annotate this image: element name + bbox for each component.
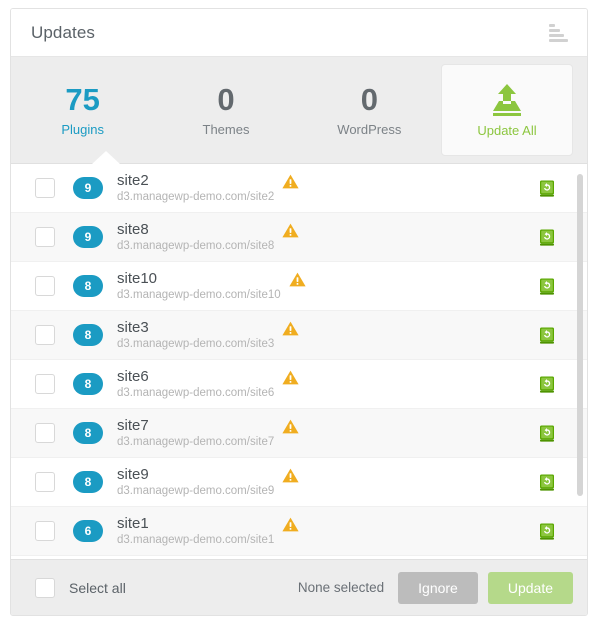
updates-list: 9 site2 d3.managewp-demo.com/site2 9 site8 d3… (11, 164, 587, 559)
site-url: d3.managewp-demo.com/site8 (117, 240, 275, 253)
stat-tab-wordpress[interactable]: 0 WordPress (298, 81, 441, 138)
site-url: d3.managewp-demo.com/site7 (117, 436, 275, 449)
footer-bar: Select all None selected Ignore Update (11, 559, 587, 615)
list-scrollbar-thumb[interactable] (577, 174, 583, 496)
site-name: site9 (117, 465, 149, 483)
update-count-badge: 8 (73, 422, 103, 444)
warning-icon[interactable] (274, 419, 299, 448)
site-name: site3 (117, 318, 149, 336)
update-button[interactable]: Update (487, 571, 573, 604)
site-info: site3 d3.managewp-demo.com/site3 (117, 319, 274, 351)
site-name: site8 (117, 220, 149, 238)
row-checkbox[interactable] (35, 227, 55, 247)
select-all-checkbox[interactable] (35, 577, 55, 598)
update-count-badge: 8 (73, 373, 103, 395)
site-info: site9 d3.managewp-demo.com/site9 (117, 466, 274, 498)
table-row[interactable]: 8 site9 d3.managewp-demo.com/site9 (11, 458, 587, 507)
row-checkbox[interactable] (35, 374, 55, 394)
warning-icon[interactable] (274, 517, 299, 546)
stat-value-wordpress: 0 (360, 81, 378, 117)
bar-chart-icon-bar-2 (549, 28, 560, 32)
row-checkbox[interactable] (35, 178, 55, 198)
update-all-button[interactable]: Update All (440, 64, 573, 156)
page-title: Updates (31, 22, 96, 42)
stat-value-plugins: 75 (65, 81, 100, 117)
site-url: d3.managewp-demo.com/site9 (117, 485, 275, 498)
row-checkbox[interactable] (35, 423, 55, 443)
row-checkbox[interactable] (35, 325, 55, 345)
site-info: site2 d3.managewp-demo.com/site2 (117, 172, 274, 204)
stat-label-plugins: Plugins (61, 122, 104, 138)
table-row[interactable]: 8 site7 d3.managewp-demo.com/site7 (11, 409, 587, 458)
warning-icon[interactable] (274, 321, 299, 350)
stat-tab-themes[interactable]: 0 Themes (154, 81, 297, 138)
table-row[interactable]: 9 site8 d3.managewp-demo.com/site8 (11, 213, 587, 262)
upload-icon (487, 83, 527, 117)
bar-chart-icon-bar-3 (549, 33, 564, 37)
panel-header: Updates (11, 9, 587, 57)
update-count-badge: 8 (73, 471, 103, 493)
select-all-label: Select all (69, 579, 126, 596)
site-url: d3.managewp-demo.com/site3 (117, 338, 275, 351)
site-name: site1 (117, 514, 149, 532)
site-name: site10 (117, 269, 158, 287)
bar-chart-icon-bar-4 (549, 38, 568, 42)
site-info: site10 d3.managewp-demo.com/site10 (117, 270, 281, 302)
updates-list-container: 9 site2 d3.managewp-demo.com/site2 9 site8 d3… (11, 164, 587, 559)
warning-icon[interactable] (281, 272, 306, 301)
site-info: site7 d3.managewp-demo.com/site7 (117, 417, 274, 449)
table-row[interactable]: 9 site2 d3.managewp-demo.com/site2 (11, 164, 587, 213)
ignore-button[interactable]: Ignore (398, 571, 478, 604)
selection-status: None selected (297, 580, 385, 595)
site-info: site8 d3.managewp-demo.com/site8 (117, 221, 274, 253)
updates-panel: Updates 75 Plugins 0 Themes 0 WordPress (10, 8, 588, 616)
bar-chart-icon-bar-1 (549, 23, 555, 27)
row-checkbox[interactable] (35, 521, 55, 541)
site-name: site6 (117, 367, 149, 385)
update-count-badge: 8 (73, 324, 103, 346)
stat-label-wordpress: WordPress (337, 122, 402, 138)
site-url: d3.managewp-demo.com/site2 (117, 191, 275, 204)
stat-tab-plugins[interactable]: 75 Plugins (11, 81, 154, 138)
table-row[interactable]: 8 site6 d3.managewp-demo.com/site6 (11, 360, 587, 409)
site-url: d3.managewp-demo.com/site10 (117, 289, 281, 302)
stat-label-themes: Themes (202, 122, 250, 138)
site-info: site6 d3.managewp-demo.com/site6 (117, 368, 274, 400)
row-checkbox[interactable] (35, 276, 55, 296)
site-name: site2 (117, 171, 149, 189)
warning-icon[interactable] (274, 174, 299, 203)
site-url: d3.managewp-demo.com/site1 (117, 534, 275, 547)
update-all-label: Update All (477, 122, 537, 138)
warning-icon[interactable] (274, 223, 299, 252)
stats-strip: 75 Plugins 0 Themes 0 WordPress Update A… (11, 57, 587, 164)
update-count-badge: 8 (73, 275, 103, 297)
site-url: d3.managewp-demo.com/site6 (117, 387, 275, 400)
update-count-badge: 9 (73, 177, 103, 199)
table-row[interactable]: 8 site3 d3.managewp-demo.com/site3 (11, 311, 587, 360)
update-count-badge: 6 (73, 520, 103, 542)
table-row[interactable]: 6 site1 d3.managewp-demo.com/site1 (11, 507, 587, 556)
active-tab-pointer (92, 151, 120, 164)
warning-icon[interactable] (274, 468, 299, 497)
stat-value-themes: 0 (217, 81, 235, 117)
warning-icon[interactable] (274, 370, 299, 399)
updates-widget: Updates 75 Plugins 0 Themes 0 WordPress (0, 0, 600, 625)
site-name: site7 (117, 416, 149, 434)
table-row[interactable]: 8 site10 d3.managewp-demo.com/site10 (11, 262, 587, 311)
list-scrollbar-track[interactable] (575, 164, 585, 559)
site-info: site1 d3.managewp-demo.com/site1 (117, 515, 274, 547)
update-count-badge: 9 (73, 226, 103, 248)
bar-chart-icon[interactable] (549, 23, 571, 43)
row-checkbox[interactable] (35, 472, 55, 492)
